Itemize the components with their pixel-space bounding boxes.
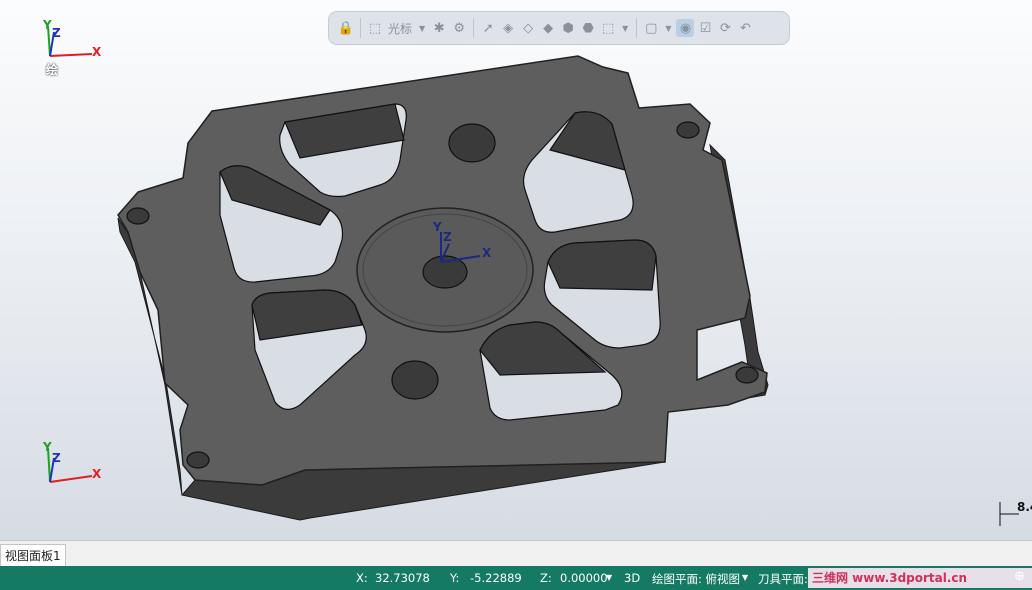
chevron-down-icon[interactable]: ▼ [419,24,425,33]
toolbar-separator [636,18,638,38]
floating-view-toolbar: 🔒 ⬚ 光标 ▼ ✱ ⚙ ➚ ◈ ◇ ◆ ⬢ ⬣ ⬚ ▼ ▢ ▼ ◉ ☑ ⟳ ↶ [328,11,790,45]
status-bar: X: 32.73078 Y: -5.22889 Z: 0.00000 ▼ 3D … [0,566,1032,590]
globe-icon[interactable]: ⊕ [1014,569,1025,584]
center-triad-z-label: Z [443,230,452,244]
top-triad: Y Z X 绘 [40,18,110,80]
check-cursor-icon[interactable]: ☑ [696,19,714,37]
star-icon[interactable]: ✱ [430,19,448,37]
top-triad-z-label: Z [52,26,61,40]
scale-indicator: 8.4 [999,500,1032,534]
view-tab-bar: 视图面板1 [0,540,1032,567]
mount-hole-nw [126,207,150,225]
chevron-down-icon[interactable]: ▼ [742,573,748,582]
cursor-mode-label[interactable]: 光标 [388,20,412,37]
cube-shaded-icon[interactable]: ◈ [499,19,517,37]
cube-iso-icon[interactable]: ⬣ [579,19,597,37]
center-triad: Y Z X [425,220,495,277]
y-coord-value: -5.22889 [470,571,522,585]
part-model[interactable] [0,0,1032,540]
toolbar-separator [473,18,475,38]
cube-solid-icon[interactable]: ◆ [539,19,557,37]
chevron-down-icon[interactable]: ▼ [606,573,612,582]
top-triad-caption: 绘 [46,63,59,77]
mode-3d-toggle[interactable]: 3D [624,571,640,585]
box-select-icon[interactable]: ▢ [642,19,660,37]
z-coord-label: Z: [540,571,552,585]
top-triad-x-label: X [92,45,102,59]
arrow-icon[interactable]: ➚ [479,19,497,37]
x-coord-label: X: [356,571,368,585]
chevron-down-icon[interactable]: ▼ [622,24,628,33]
bottom-triad: Y Z X [40,440,110,490]
center-triad-x-label: X [482,246,492,260]
mount-hole-sw [186,451,210,469]
select-cursor-icon[interactable]: ⬚ [366,19,384,37]
rotate-icon[interactable]: ⟳ [716,19,734,37]
bolt-hole-top [448,123,496,163]
view-icon[interactable]: ◉ [676,19,695,37]
bolt-hole-bottom [391,360,439,400]
scale-bar [999,502,1019,526]
select-box-icon[interactable]: ⬚ [599,19,617,37]
bottom-triad-y-label: Y [43,440,52,454]
cube-wire-icon[interactable]: ◇ [519,19,537,37]
scale-value: 8.4 [1017,500,1032,514]
drawing-plane-label[interactable]: 绘图平面: 俯视图 [652,571,740,587]
bottom-triad-z-label: Z [52,451,61,465]
cube-blue-icon[interactable]: ⬢ [559,19,577,37]
z-coord-value[interactable]: 0.00000 [560,571,608,585]
bottom-triad-x-label: X [92,467,102,481]
watermark-logo: 三维网 www.3dportal.cn [808,568,1032,588]
chevron-down-icon[interactable]: ▼ [665,24,671,33]
mount-hole-ne [676,121,700,139]
mount-hole-se [735,366,759,384]
tab-view-panel-1[interactable]: 视图面板1 [0,544,66,567]
gear-icon[interactable]: ⚙ [450,19,468,37]
x-coord-value: 32.73078 [375,571,430,585]
top-triad-y-label: Y [43,18,52,32]
y-coord-label: Y: [450,571,460,585]
center-triad-y-label: Y [433,220,442,234]
graphics-viewport[interactable]: Y Z X Y Z X 绘 Y Z X 🔒 ⬚ 光标 ▼ ✱ ⚙ ➚ ◈ ◇ ◆… [0,0,1032,540]
toolbar-separator [360,18,361,38]
lock-icon[interactable]: 🔒 [337,19,355,37]
undo-icon[interactable]: ↶ [736,19,754,37]
